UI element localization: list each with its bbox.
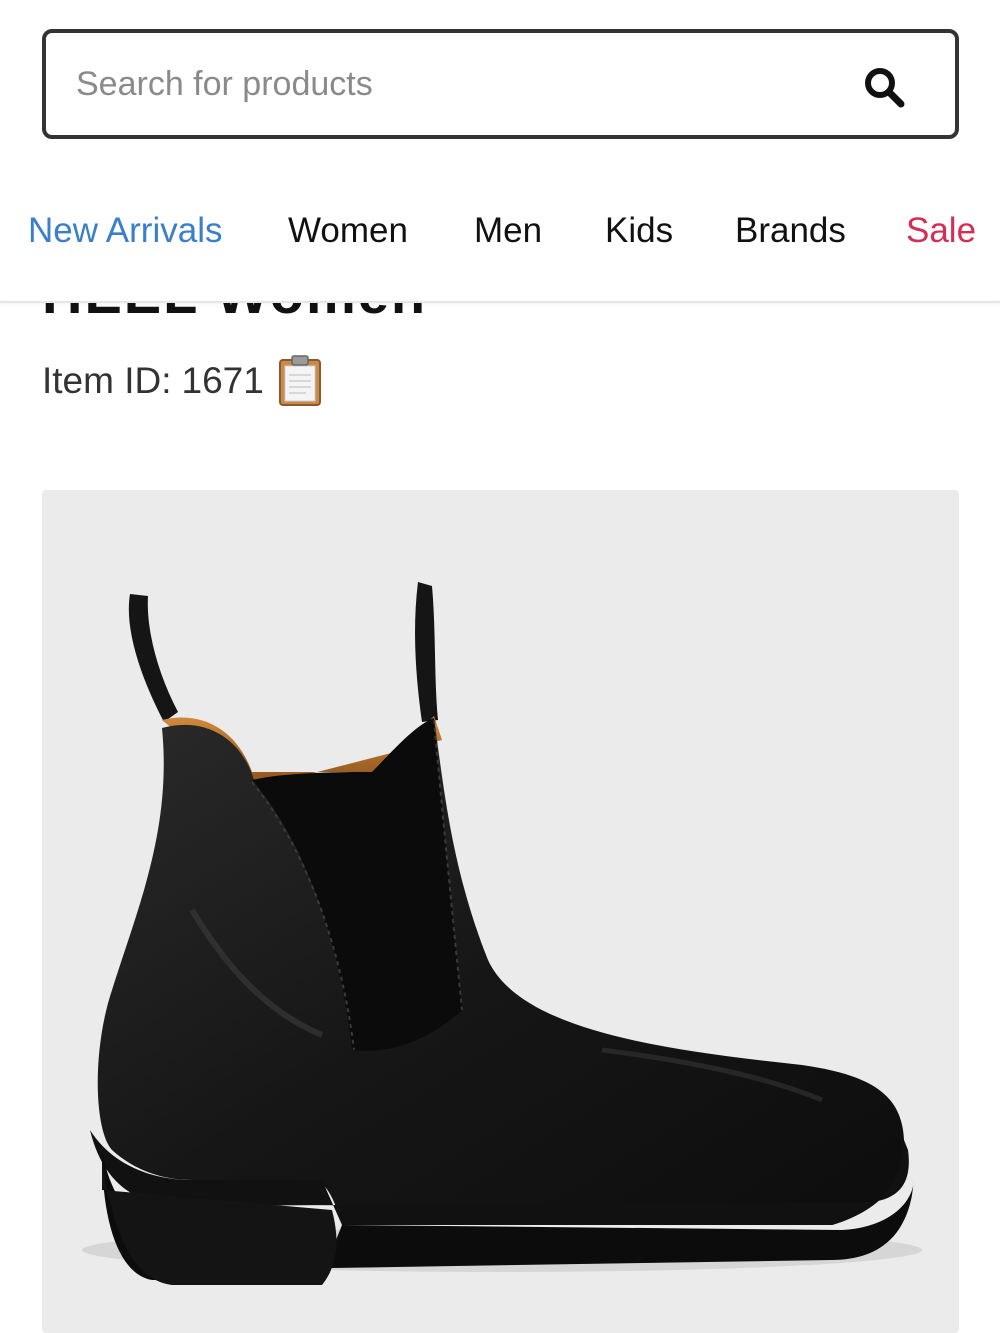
nav-item-men[interactable]: Men [474,211,542,251]
item-id-label: Item ID: [42,360,172,401]
nav-item-sale[interactable]: Sale [906,211,976,251]
search-bar [42,29,959,139]
nav-item-new-arrivals[interactable]: New Arrivals [28,211,222,251]
product-image[interactable] [42,490,959,1333]
clipboard-icon[interactable] [278,355,322,407]
product-photo-ankle-boot [82,582,922,1285]
item-id-row: Item ID: 1671 [42,355,322,407]
nav-item-kids[interactable]: Kids [605,211,673,251]
product-page: New Arrivals Women Men Kids Brands Sale … [0,0,1000,1333]
nav-item-brands[interactable]: Brands [735,211,846,251]
nav-item-women[interactable]: Women [288,211,408,251]
search-input[interactable] [76,33,836,135]
top-nav: New Arrivals Women Men Kids Brands Sale [0,175,1000,303]
item-id-value: 1671 [181,360,264,401]
search-icon[interactable] [863,66,905,108]
